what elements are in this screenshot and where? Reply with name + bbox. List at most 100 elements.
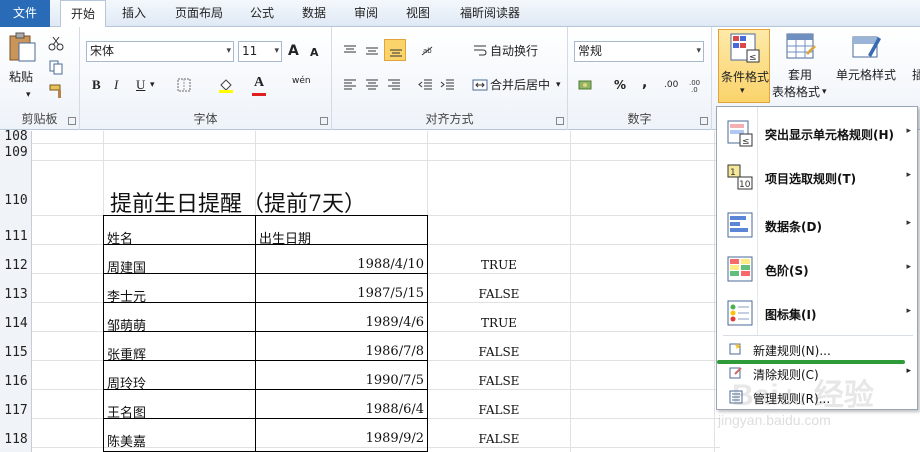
menu-item-top-bottom-rules[interactable]: 1 10 项目选取规则(T) ▸ bbox=[717, 157, 917, 197]
name-cell[interactable]: 邹萌萌 bbox=[107, 315, 146, 334]
tab-insert[interactable]: 插入 bbox=[112, 0, 156, 27]
number-launcher-icon[interactable] bbox=[700, 117, 708, 125]
row-number[interactable]: 113 bbox=[0, 285, 32, 305]
date-cell[interactable]: 1990/7/5 bbox=[256, 373, 424, 388]
name-cell[interactable]: 李士元 bbox=[107, 286, 146, 305]
align-right-icon[interactable] bbox=[386, 77, 402, 93]
submenu-arrow-icon: ▸ bbox=[906, 218, 911, 228]
sheet-title-cell[interactable]: 提前生日提醒（提前7天） bbox=[110, 186, 366, 218]
menu-item-color-scales[interactable]: 色阶(S) ▸ bbox=[717, 249, 917, 289]
cut-icon[interactable] bbox=[48, 35, 64, 51]
menu-item-highlight-cells-rules[interactable]: ≤ 突出显示单元格规则(H) ▸ bbox=[717, 113, 917, 153]
flag-cell[interactable]: TRUE bbox=[428, 258, 570, 272]
tab-page-layout[interactable]: 页面布局 bbox=[164, 0, 234, 27]
tab-view[interactable]: 视图 bbox=[396, 0, 440, 27]
header-birthdate-cell[interactable]: 出生日期 bbox=[259, 228, 311, 247]
align-middle-icon[interactable] bbox=[364, 43, 380, 59]
date-cell[interactable]: 1986/7/8 bbox=[256, 344, 424, 359]
phonetic-button[interactable]: wén bbox=[292, 71, 311, 91]
row-number[interactable]: 110 bbox=[0, 191, 32, 211]
merge-center-icon[interactable] bbox=[472, 77, 488, 93]
date-cell[interactable]: 1989/9/2 bbox=[256, 431, 424, 446]
tab-home[interactable]: 开始 bbox=[60, 0, 106, 28]
decrease-decimal-icon[interactable]: .00.0 bbox=[688, 77, 704, 93]
copy-icon[interactable] bbox=[48, 59, 64, 75]
format-painter-icon[interactable] bbox=[48, 83, 64, 99]
merge-dropdown-icon[interactable]: ▾ bbox=[556, 75, 561, 95]
menu-item-data-bars[interactable]: 数据条(D) ▸ bbox=[717, 205, 917, 245]
row-number[interactable]: 112 bbox=[0, 256, 32, 276]
row-number[interactable]: 108 bbox=[0, 130, 32, 143]
align-top-icon[interactable] bbox=[342, 43, 358, 59]
comma-button[interactable]: , bbox=[642, 73, 647, 93]
cell-styles-icon[interactable] bbox=[850, 31, 882, 63]
flag-cell[interactable]: FALSE bbox=[428, 403, 570, 417]
name-cell[interactable]: 王名图 bbox=[107, 402, 146, 421]
font-color-button[interactable]: A bbox=[254, 73, 264, 93]
clipboard-launcher-icon[interactable] bbox=[68, 117, 76, 125]
row-number[interactable]: 109 bbox=[0, 144, 32, 161]
number-format-combo[interactable]: 常规 ▾ bbox=[574, 41, 704, 62]
flag-cell[interactable]: FALSE bbox=[428, 287, 570, 301]
font-size-combo[interactable]: 11 ▾ bbox=[238, 41, 282, 62]
row-number[interactable]: 114 bbox=[0, 314, 32, 334]
date-cell[interactable]: 1988/4/10 bbox=[256, 257, 424, 272]
underline-dropdown-icon[interactable]: ▾ bbox=[150, 75, 155, 95]
grow-font-button[interactable]: A bbox=[288, 41, 299, 61]
fill-color-icon[interactable] bbox=[218, 77, 234, 93]
row-number[interactable]: 115 bbox=[0, 343, 32, 363]
wrap-text-icon[interactable] bbox=[472, 43, 488, 59]
paste-dropdown-icon[interactable]: ▾ bbox=[26, 85, 31, 105]
format-as-table-label-line2[interactable]: 表格格式 bbox=[772, 82, 820, 102]
tab-data[interactable]: 数据 bbox=[292, 0, 336, 27]
italic-button[interactable]: I bbox=[114, 75, 118, 95]
font-name-combo[interactable]: 宋体 ▾ bbox=[86, 41, 234, 62]
align-center-icon[interactable] bbox=[364, 77, 380, 93]
row-number[interactable]: 118 bbox=[0, 430, 32, 450]
date-cell[interactable]: 1988/6/4 bbox=[256, 402, 424, 417]
format-as-table-dropdown-icon[interactable]: ▾ bbox=[822, 82, 827, 102]
font-launcher-icon[interactable] bbox=[320, 117, 328, 125]
name-cell[interactable]: 陈美嘉 bbox=[107, 431, 146, 450]
orientation-icon[interactable]: ab bbox=[420, 43, 436, 59]
insert-button-partial[interactable]: 插 bbox=[912, 65, 920, 85]
header-name-cell[interactable]: 姓名 bbox=[107, 228, 133, 247]
accounting-format-icon[interactable] bbox=[578, 77, 594, 93]
tab-review[interactable]: 审阅 bbox=[344, 0, 388, 27]
name-cell[interactable]: 周建国 bbox=[107, 257, 146, 276]
wrap-text-button[interactable]: 自动换行 bbox=[490, 41, 538, 61]
conditional-formatting-button[interactable]: ≤ 条件格式 ▾ bbox=[718, 29, 770, 103]
align-bottom-button[interactable] bbox=[384, 39, 406, 61]
name-cell[interactable]: 周玲玲 bbox=[107, 373, 146, 392]
align-left-icon[interactable] bbox=[342, 77, 358, 93]
date-cell[interactable]: 1989/4/6 bbox=[256, 315, 424, 330]
shrink-font-button[interactable]: A bbox=[310, 43, 319, 63]
tab-foxit-reader[interactable]: 福昕阅读器 bbox=[448, 0, 532, 27]
increase-decimal-button[interactable]: .00 bbox=[664, 75, 678, 95]
borders-icon[interactable] bbox=[176, 77, 192, 93]
percent-button[interactable]: % bbox=[614, 75, 626, 95]
flag-cell[interactable]: FALSE bbox=[428, 374, 570, 388]
name-cell[interactable]: 张重辉 bbox=[107, 344, 146, 363]
flag-cell[interactable]: FALSE bbox=[428, 432, 570, 446]
paste-button[interactable]: 粘贴 bbox=[9, 67, 33, 87]
row-number[interactable]: 111 bbox=[0, 227, 32, 247]
tab-file[interactable]: 文件 bbox=[0, 0, 50, 27]
menu-item-icon-sets[interactable]: 图标集(I) ▸ bbox=[717, 293, 917, 333]
date-cell[interactable]: 1987/5/15 bbox=[256, 286, 424, 301]
format-as-table-icon[interactable] bbox=[784, 31, 816, 63]
increase-indent-icon[interactable] bbox=[440, 77, 456, 93]
paste-icon[interactable] bbox=[6, 31, 38, 63]
decrease-indent-icon[interactable] bbox=[418, 77, 434, 93]
flag-cell[interactable]: TRUE bbox=[428, 316, 570, 330]
merge-center-button[interactable]: 合并后居中 bbox=[490, 75, 550, 95]
flag-cell[interactable]: FALSE bbox=[428, 345, 570, 359]
row-number[interactable]: 117 bbox=[0, 401, 32, 421]
cell-styles-button[interactable]: 单元格样式 bbox=[836, 65, 896, 85]
tab-formulas[interactable]: 公式 bbox=[240, 0, 284, 27]
menu-item-new-rule[interactable]: 新建规则(N)... bbox=[717, 339, 917, 361]
alignment-launcher-icon[interactable] bbox=[556, 117, 564, 125]
bold-button[interactable]: B bbox=[92, 75, 101, 95]
underline-button[interactable]: U bbox=[136, 75, 145, 95]
row-number[interactable]: 116 bbox=[0, 372, 32, 392]
